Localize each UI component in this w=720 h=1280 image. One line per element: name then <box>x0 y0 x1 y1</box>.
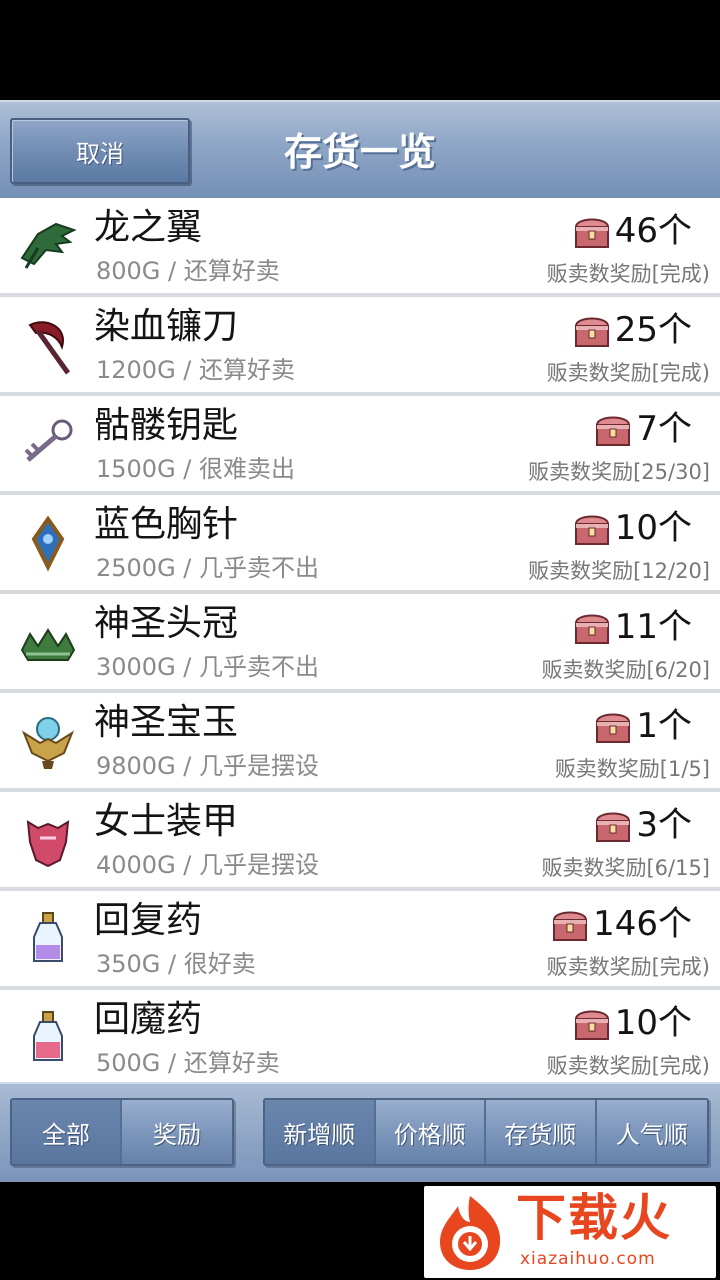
stock-count: 1个 <box>636 706 692 746</box>
stock-info: 10个 <box>573 503 692 553</box>
stock-info: 10个 <box>573 998 692 1048</box>
item-price-demand: 500G / 还算好卖 <box>96 1049 280 1077</box>
sales-reward-status: 贩卖数奖励[完成) <box>546 361 710 385</box>
watermark-logo: 下载火 xiazaihuo.com <box>424 1186 716 1278</box>
stock-count: 10个 <box>614 1003 692 1043</box>
item-name: 染血镰刀 <box>94 306 239 347</box>
treasure-chest-icon <box>596 713 631 743</box>
tab-sort-popularity[interactable]: 人气顺 <box>596 1100 707 1164</box>
inventory-row[interactable]: 龙之翼 800G / 还算好卖 46个贩卖数奖励[完成) <box>0 198 720 293</box>
sales-reward-status: 贩卖数奖励[6/15] <box>541 856 710 880</box>
inventory-row[interactable]: 骷髅钥匙 1500G / 很难卖出 7个贩卖数奖励[25/30] <box>0 396 720 491</box>
header-bar: 取消 存货一览 <box>0 100 720 198</box>
item-price-demand: 800G / 还算好卖 <box>96 257 280 285</box>
stock-count: 3个 <box>636 805 692 845</box>
tab-sort-price[interactable]: 价格顺 <box>375 1100 486 1164</box>
holy-jewel-icon <box>16 709 80 773</box>
tab-reward[interactable]: 奖励 <box>122 1100 232 1164</box>
stock-count: 7个 <box>636 409 692 449</box>
holy-crown-icon <box>16 610 80 674</box>
treasure-chest-icon <box>553 911 588 941</box>
inventory-row[interactable]: 回魔药 500G / 还算好卖 10个贩卖数奖励[完成) <box>0 990 720 1082</box>
treasure-chest-icon <box>574 614 609 644</box>
inventory-list[interactable]: 龙之翼 800G / 还算好卖 46个贩卖数奖励[完成) 染血镰刀 1200G / 还算… <box>0 198 720 1082</box>
skull-key-icon <box>16 412 80 476</box>
tab-all[interactable]: 全部 <box>12 1100 122 1164</box>
item-name: 女士装甲 <box>94 801 239 842</box>
item-price-demand: 4000G / 几乎是摆设 <box>96 851 320 879</box>
status-bar-area <box>0 0 720 100</box>
item-price-demand: 350G / 很好卖 <box>96 950 256 978</box>
stock-info: 146个 <box>551 899 692 949</box>
item-name: 神圣头冠 <box>94 603 239 644</box>
cancel-button[interactable]: 取消 <box>10 118 190 184</box>
sort-tab-group: 新增顺 价格顺 存货顺 人气顺 <box>263 1098 709 1166</box>
sales-reward-status: 贩卖数奖励[完成) <box>546 1054 710 1078</box>
bloody-scythe-icon <box>16 313 80 377</box>
healing-potion-icon <box>16 907 80 971</box>
flame-logo-icon <box>440 1196 501 1270</box>
item-price-demand: 2500G / 几乎卖不出 <box>96 554 320 582</box>
item-name: 蓝色胸针 <box>94 504 239 545</box>
sales-reward-status: 贩卖数奖励[6/20] <box>541 658 710 682</box>
stock-count: 46个 <box>614 211 692 251</box>
item-price-demand: 1200G / 还算好卖 <box>96 356 296 384</box>
stock-count: 146个 <box>593 904 692 944</box>
treasure-chest-icon <box>574 218 609 248</box>
stock-count: 10个 <box>614 508 692 548</box>
tab-sort-stock[interactable]: 存货顺 <box>486 1100 597 1164</box>
blue-brooch-icon <box>16 511 80 575</box>
treasure-chest-icon <box>596 416 631 446</box>
inventory-row[interactable]: 染血镰刀 1200G / 还算好卖 25个贩卖数奖励[完成) <box>0 297 720 392</box>
inventory-row[interactable]: 蓝色胸针 2500G / 几乎卖不出 10个贩卖数奖励[12/20] <box>0 495 720 590</box>
tab-sort-newest[interactable]: 新增顺 <box>265 1100 376 1164</box>
watermark-url: xiazaihuo.com <box>520 1249 656 1269</box>
filter-tab-group: 全部 奖励 <box>10 1098 234 1166</box>
watermark-text: 下载火 <box>516 1189 672 1247</box>
stock-count: 25个 <box>614 310 692 350</box>
stock-count: 11个 <box>614 607 692 647</box>
sales-reward-status: 贩卖数奖励[1/5] <box>554 757 710 781</box>
item-price-demand: 3000G / 几乎卖不出 <box>96 653 320 681</box>
lady-armor-icon <box>16 808 80 872</box>
item-name: 龙之翼 <box>94 207 203 248</box>
stock-info: 25个 <box>573 305 692 355</box>
sales-reward-status: 贩卖数奖励[25/30] <box>528 460 710 484</box>
stock-info: 3个 <box>594 800 692 850</box>
stock-info: 11个 <box>573 602 692 652</box>
item-name: 回复药 <box>94 900 203 941</box>
inventory-row[interactable]: 神圣宝玉 9800G / 几乎是摆设 1个贩卖数奖励[1/5] <box>0 693 720 788</box>
sales-reward-status: 贩卖数奖励[12/20] <box>528 559 710 583</box>
sales-reward-status: 贩卖数奖励[完成) <box>546 262 710 286</box>
stock-info: 1个 <box>594 701 692 751</box>
stock-info: 7个 <box>594 404 692 454</box>
treasure-chest-icon <box>574 317 609 347</box>
mana-potion-icon <box>16 1006 80 1070</box>
item-name: 神圣宝玉 <box>94 702 239 743</box>
sales-reward-status: 贩卖数奖励[完成) <box>546 955 710 979</box>
treasure-chest-icon <box>574 515 609 545</box>
footer-tab-bar: 全部 奖励 新增顺 价格顺 存货顺 人气顺 <box>0 1082 720 1182</box>
treasure-chest-icon <box>574 1010 609 1040</box>
treasure-chest-icon <box>596 812 631 842</box>
item-price-demand: 9800G / 几乎是摆设 <box>96 752 320 780</box>
page-title: 存货一览 <box>283 130 436 174</box>
inventory-row[interactable]: 回复药 350G / 很好卖 146个贩卖数奖励[完成) <box>0 891 720 986</box>
item-name: 回魔药 <box>94 999 203 1040</box>
stock-info: 46个 <box>573 206 692 256</box>
item-name: 骷髅钥匙 <box>94 405 239 446</box>
inventory-row[interactable]: 女士装甲 4000G / 几乎是摆设 3个贩卖数奖励[6/15] <box>0 792 720 887</box>
dragon-wing-icon <box>16 214 80 278</box>
item-price-demand: 1500G / 很难卖出 <box>96 455 296 483</box>
inventory-row[interactable]: 神圣头冠 3000G / 几乎卖不出 11个贩卖数奖励[6/20] <box>0 594 720 689</box>
